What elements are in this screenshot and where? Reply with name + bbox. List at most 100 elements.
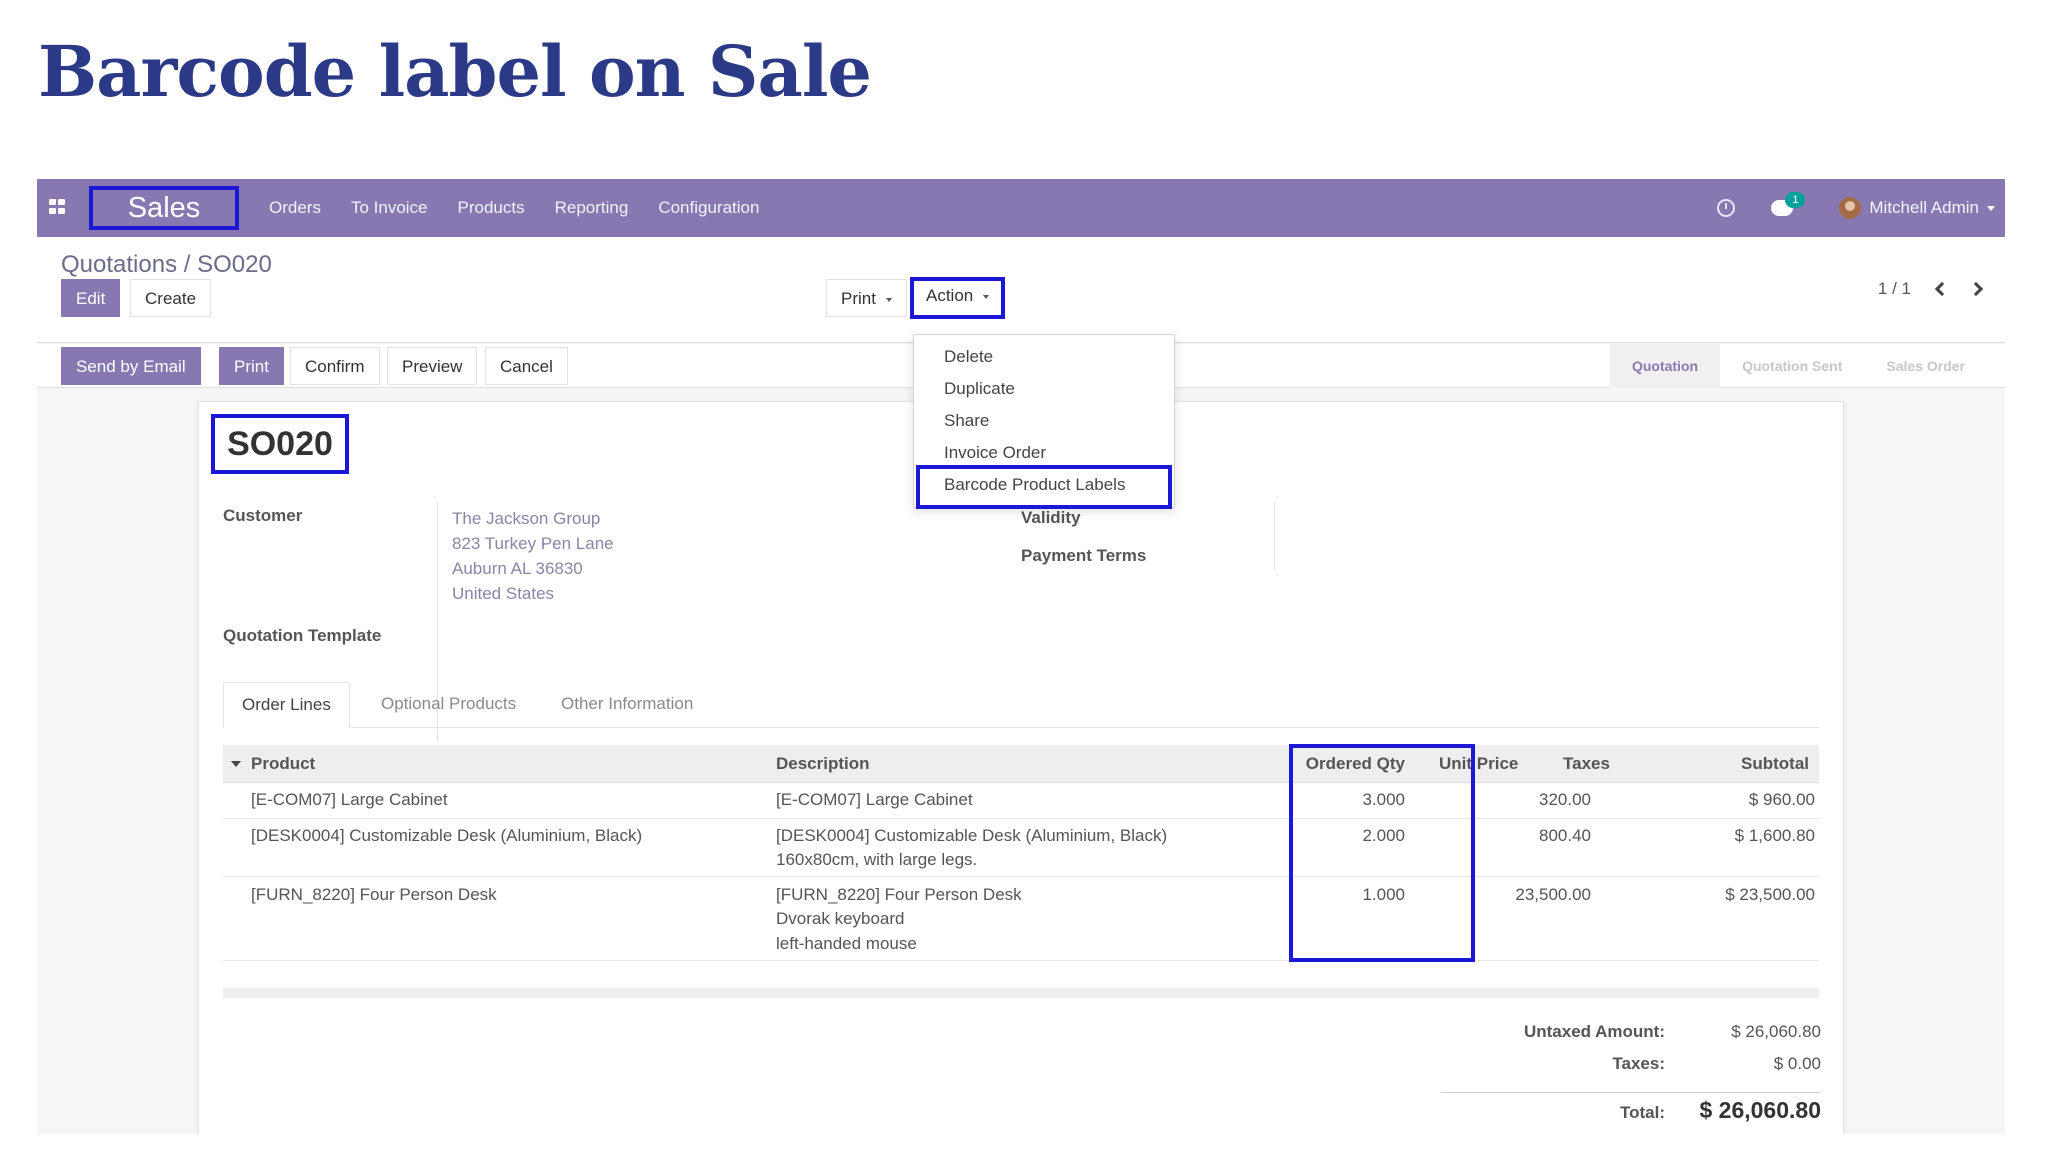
- col-taxes[interactable]: Taxes: [1563, 752, 1610, 776]
- total-value: $ 26,060.80: [1699, 1097, 1821, 1123]
- cancel-button[interactable]: Cancel: [485, 347, 568, 385]
- table-row[interactable]: [E-COM07] Large Cabinet [E-COM07] Large …: [223, 783, 1819, 819]
- sort-caret-icon[interactable]: [231, 761, 241, 767]
- totals-summary: Untaxed Amount: $ 26,060.80 Taxes: $ 0.0…: [1441, 1022, 1821, 1129]
- print-button[interactable]: Print: [219, 347, 284, 385]
- form-sheet: SO020 Customer The Jackson Group 823 Tur…: [198, 401, 1844, 1134]
- tab-order-lines[interactable]: Order Lines: [223, 682, 350, 728]
- edit-button[interactable]: Edit: [61, 279, 121, 317]
- create-button[interactable]: Create: [130, 279, 212, 317]
- apps-grid-icon[interactable]: [49, 199, 69, 217]
- menu-item-barcode-product-labels[interactable]: Barcode Product Labels: [944, 475, 1125, 495]
- row-subtotal: $ 960.00: [1748, 790, 1815, 809]
- untaxed-value: $ 26,060.80: [1731, 1022, 1821, 1041]
- quotation-template-label: Quotation Template: [223, 626, 382, 645]
- row-description-line: Dvorak keyboard: [776, 909, 905, 928]
- breadcrumb-quotations[interactable]: Quotations: [61, 251, 177, 278]
- row-subtotal: $ 1,600.80: [1734, 826, 1815, 845]
- untaxed-label: Untaxed Amount:: [1523, 1022, 1665, 1041]
- menu-item-duplicate[interactable]: Duplicate: [944, 379, 1015, 399]
- field-divider: [1274, 502, 1275, 570]
- main-menu: Orders To Invoice Products Reporting Con…: [269, 179, 789, 237]
- user-avatar[interactable]: [1839, 197, 1862, 219]
- activity-clock-icon[interactable]: [1717, 199, 1736, 217]
- menu-products[interactable]: Products: [458, 198, 525, 218]
- totals-divider: [1441, 1092, 1821, 1093]
- notebook-tabs: Order Lines Optional Products Other Info…: [223, 682, 1819, 728]
- col-product[interactable]: Product: [251, 752, 315, 776]
- chevron-down-icon: [983, 294, 990, 299]
- row-subtotal: $ 23,500.00: [1725, 885, 1815, 904]
- breadcrumb-current: SO020: [197, 251, 272, 278]
- row-description-line: left-handed mouse: [776, 934, 917, 953]
- taxes-row: Taxes: $ 0.00: [1441, 1054, 1821, 1086]
- untaxed-row: Untaxed Amount: $ 26,060.80: [1441, 1022, 1821, 1054]
- total-label: Total:: [1619, 1103, 1665, 1122]
- ordered-qty-highlight: [1289, 744, 1475, 962]
- tab-other-information[interactable]: Other Information: [543, 682, 711, 728]
- tab-optional-products[interactable]: Optional Products: [363, 682, 534, 728]
- send-by-email-button[interactable]: Send by Email: [61, 347, 201, 385]
- action-dropdown-button[interactable]: Action: [910, 277, 1006, 319]
- row-description-line: 160x80cm, with large legs.: [776, 850, 978, 869]
- taxes-value: $ 0.00: [1773, 1054, 1821, 1073]
- stage-quotation-sent[interactable]: Quotation Sent: [1720, 344, 1864, 388]
- table-header: Product Description Ordered Qty Unit Pri…: [223, 745, 1819, 783]
- horizontal-scrollbar[interactable]: [223, 988, 1819, 998]
- row-description: [E-COM07] Large Cabinet: [776, 790, 973, 809]
- menu-item-invoice-order[interactable]: Invoice Order: [944, 443, 1046, 463]
- col-subtotal[interactable]: Subtotal: [1741, 752, 1809, 776]
- chevron-right-icon[interactable]: [1968, 281, 1984, 297]
- table-row[interactable]: [FURN_8220] Four Person Desk [FURN_8220]…: [223, 877, 1819, 961]
- navbar-right: 1 Mitchell Admin: [1717, 179, 1995, 237]
- menu-item-share[interactable]: Share: [944, 411, 989, 431]
- stage-quotation[interactable]: Quotation: [1609, 344, 1721, 388]
- chevron-down-icon: [885, 297, 892, 302]
- row-unit-price: 23,500.00: [1515, 885, 1591, 904]
- menu-orders[interactable]: Orders: [269, 198, 321, 218]
- row-product: [DESK0004] Customizable Desk (Aluminium,…: [251, 826, 643, 845]
- menu-item-delete[interactable]: Delete: [944, 347, 993, 367]
- breadcrumb-separator: /: [183, 251, 191, 278]
- customer-street: 823 Turkey Pen Lane: [452, 534, 614, 553]
- action-dropdown-label: Action: [926, 286, 974, 305]
- customer-country: United States: [452, 584, 555, 603]
- customer-label: Customer: [223, 506, 303, 525]
- action-dropdown-menu: Delete Duplicate Share Invoice Order Bar…: [913, 334, 1175, 509]
- row-unit-price: 320.00: [1539, 790, 1591, 809]
- chevron-left-icon[interactable]: [1934, 281, 1950, 297]
- top-navbar: Sales Orders To Invoice Products Reporti…: [37, 179, 2005, 237]
- user-name[interactable]: Mitchell Admin: [1869, 198, 1979, 218]
- chevron-down-icon[interactable]: [1987, 205, 1995, 211]
- validity-label: Validity: [1021, 508, 1081, 527]
- order-lines-table: Product Description Ordered Qty Unit Pri…: [223, 745, 1819, 961]
- row-description: [FURN_8220] Four Person Desk: [776, 885, 1022, 904]
- control-panel: Quotations / SO020 Edit Create Print Act…: [37, 237, 2005, 343]
- customer-city: Auburn AL 36830: [452, 559, 583, 578]
- row-unit-price: 800.40: [1539, 826, 1591, 845]
- chat-icon[interactable]: 1: [1771, 192, 1806, 216]
- customer-address[interactable]: The Jackson Group 823 Turkey Pen Lane Au…: [452, 506, 614, 606]
- chat-count-badge: 1: [1785, 192, 1806, 208]
- screenshot: Sales Orders To Invoice Products Reporti…: [37, 179, 2005, 1134]
- preview-button[interactable]: Preview: [387, 347, 478, 385]
- print-dropdown-button[interactable]: Print: [826, 279, 907, 317]
- customer-name[interactable]: The Jackson Group: [452, 506, 614, 531]
- total-row: Total: $ 26,060.80: [1441, 1097, 1821, 1129]
- menu-to-invoice[interactable]: To Invoice: [351, 198, 428, 218]
- menu-configuration[interactable]: Configuration: [658, 198, 759, 218]
- order-name: SO020: [211, 414, 349, 474]
- print-dropdown-label: Print: [841, 289, 876, 308]
- table-row[interactable]: [DESK0004] Customizable Desk (Aluminium,…: [223, 819, 1819, 877]
- app-brand[interactable]: Sales: [89, 186, 239, 230]
- menu-reporting[interactable]: Reporting: [555, 198, 629, 218]
- slide-title: Barcode label on Sale: [38, 30, 872, 113]
- row-description: [DESK0004] Customizable Desk (Aluminium,…: [776, 826, 1168, 845]
- stage-sales-order[interactable]: Sales Order: [1864, 344, 1987, 388]
- confirm-button[interactable]: Confirm: [290, 347, 380, 385]
- stage-pipeline: Quotation Quotation Sent Sales Order: [1609, 344, 1987, 388]
- col-description[interactable]: Description: [776, 752, 870, 776]
- pager-value[interactable]: 1 / 1: [1878, 279, 1911, 299]
- row-product: [E-COM07] Large Cabinet: [251, 790, 448, 809]
- row-product: [FURN_8220] Four Person Desk: [251, 885, 497, 904]
